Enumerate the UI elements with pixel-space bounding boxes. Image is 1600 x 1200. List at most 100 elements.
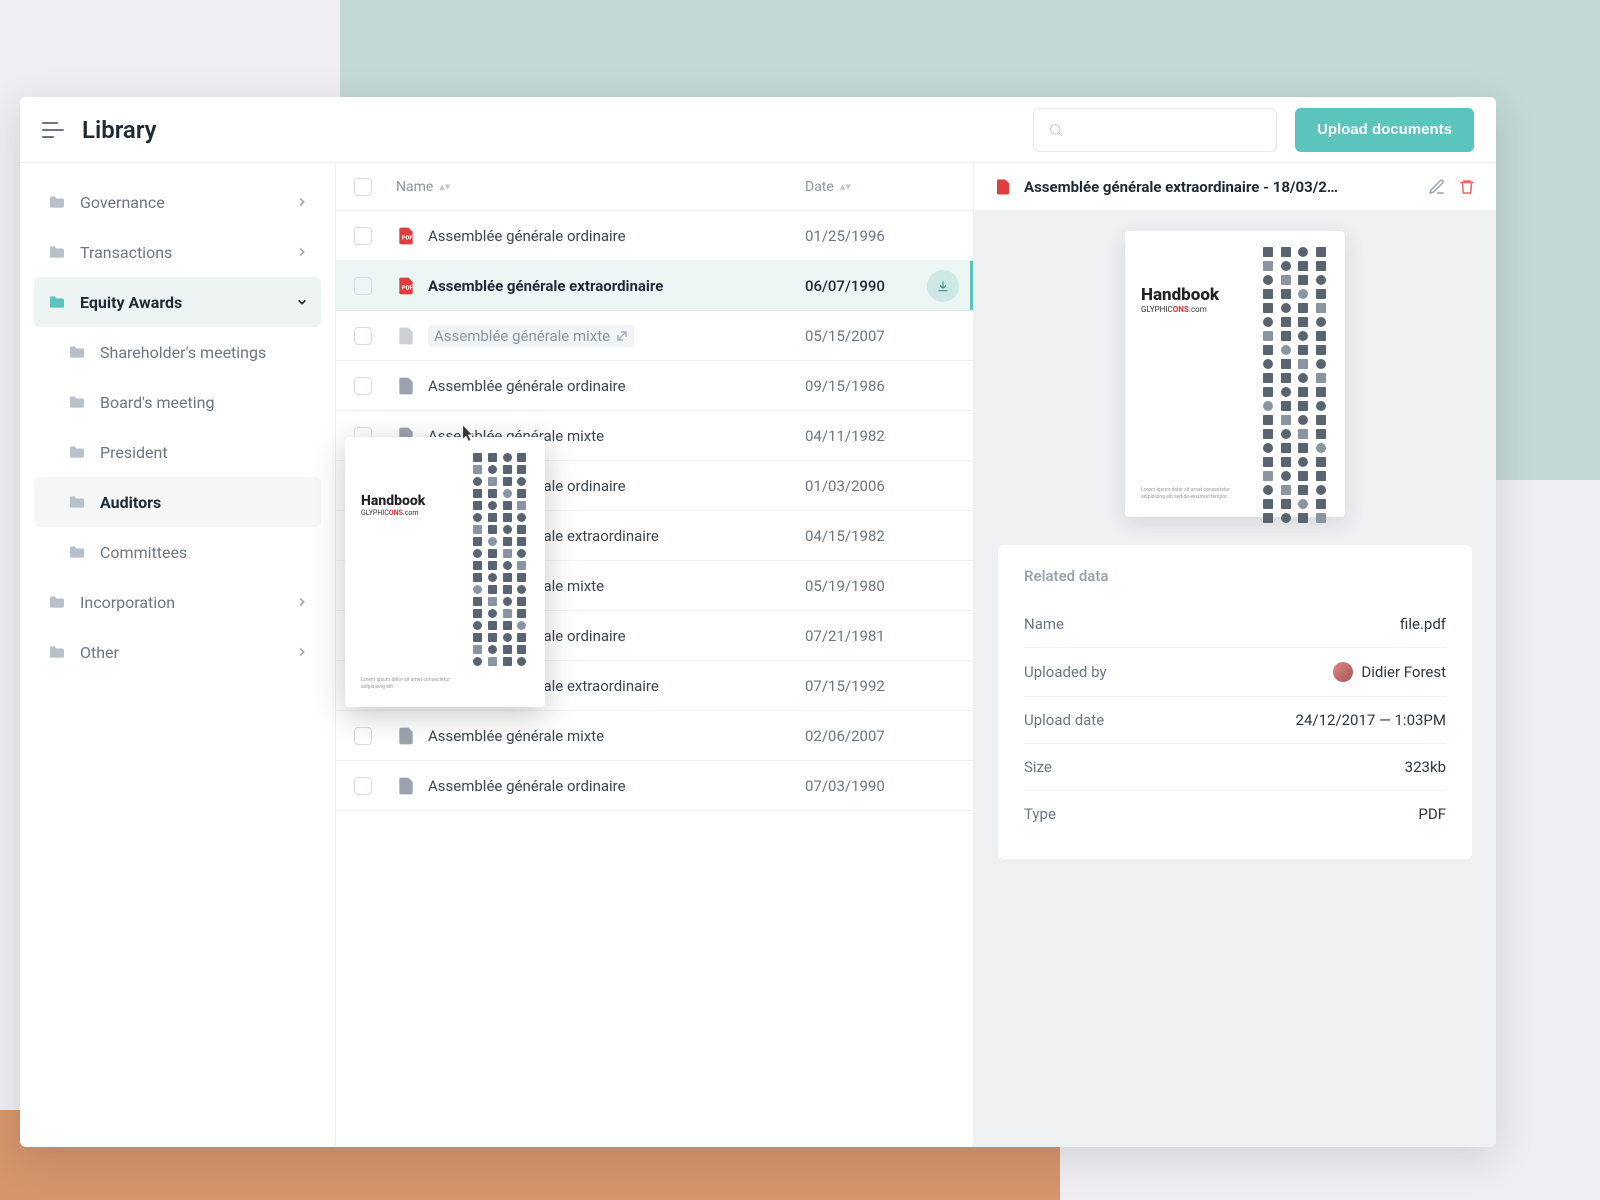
row-name: Assemblée générale mixte (396, 325, 791, 347)
chevron-right-icon (297, 247, 307, 257)
table-row[interactable]: Assemblée générale ordinaire 09/15/1986 (336, 361, 973, 411)
sidebar-item-label: Board's meeting (100, 393, 214, 412)
folder-icon (68, 545, 86, 559)
meta-value: 24/12/2017 — 1:03PM (1296, 711, 1446, 729)
folder-icon (68, 345, 86, 359)
row-date: 04/11/1982 (805, 427, 955, 445)
detail-title: Assemblée générale extraordinaire - 18/0… (1024, 178, 1416, 196)
pdf-icon (994, 177, 1012, 197)
row-checkbox[interactable] (354, 277, 372, 295)
meta-row-upload-date: Upload date 24/12/2017 — 1:03PM (1024, 697, 1446, 744)
table-row[interactable]: Assemblée générale mixte 02/06/2007 (336, 711, 973, 761)
sidebar-item-transactions[interactable]: Transactions (34, 227, 321, 277)
file-icon (396, 775, 416, 797)
sidebar-item-auditors[interactable]: Auditors (34, 477, 321, 527)
sidebar-item-governance[interactable]: Governance (34, 177, 321, 227)
meta-value: Didier Forest (1333, 662, 1446, 682)
meta-row-size: Size 323kb (1024, 744, 1446, 791)
row-name: Assemblée générale ordinaire (396, 375, 791, 397)
folder-icon (48, 595, 66, 609)
page-title: Library (82, 116, 157, 144)
row-name: Assemblée générale ordinaire (396, 775, 791, 797)
sidebar-item-label: President (100, 443, 168, 462)
pdf-icon: PDF (396, 225, 416, 247)
row-checkbox[interactable] (354, 377, 372, 395)
sidebar-item-equity-awards[interactable]: Equity Awards (34, 277, 321, 327)
table-row[interactable]: Assemblée générale ordinaire 07/03/1990 (336, 761, 973, 811)
row-date: 04/15/1982 (805, 527, 955, 545)
row-date: 01/25/1996 (805, 227, 955, 245)
file-icon (396, 725, 416, 747)
column-date[interactable]: Date ▴▾ (805, 179, 955, 195)
file-icon (396, 325, 416, 347)
row-date: 07/15/1992 (805, 677, 955, 695)
meta-row-type: Type PDF (1024, 791, 1446, 837)
row-checkbox[interactable] (354, 227, 372, 245)
row-date: 07/03/1990 (805, 777, 955, 795)
detail-panel: Assemblée générale extraordinaire - 18/0… (974, 163, 1496, 1147)
cursor-icon (456, 421, 476, 445)
meta-label: Type (1024, 805, 1056, 823)
row-date: 05/19/1980 (805, 577, 955, 595)
meta-label: Size (1024, 758, 1052, 776)
sidebar-item-label: Shareholder's meetings (100, 343, 266, 362)
select-all-checkbox[interactable] (354, 178, 372, 196)
download-button[interactable] (927, 270, 959, 302)
app-window: Library Upload documents Governance Tran… (20, 97, 1496, 1147)
folder-icon (68, 395, 86, 409)
related-data-card: Related data Name file.pdfUploaded by Di… (998, 545, 1472, 859)
meta-label: Uploaded by (1024, 663, 1107, 681)
chevron-right-icon (297, 297, 307, 307)
expand-icon (616, 330, 628, 342)
row-date: 09/15/1986 (805, 377, 955, 395)
detail-header: Assemblée générale extraordinaire - 18/0… (974, 163, 1496, 211)
preview-title: Handbook (1141, 285, 1253, 305)
sidebar-item-committees[interactable]: Committees (34, 527, 321, 577)
column-name[interactable]: Name ▴▾ (396, 179, 791, 195)
sidebar-item-board-s-meeting[interactable]: Board's meeting (34, 377, 321, 427)
preview-subtitle: GLYPHICONS.com (1141, 305, 1253, 314)
sidebar-item-label: Transactions (80, 243, 172, 262)
sidebar-item-incorporation[interactable]: Incorporation (34, 577, 321, 627)
row-date: 07/21/1981 (805, 627, 955, 645)
avatar (1333, 662, 1353, 682)
document-preview[interactable]: Handbook GLYPHICONS.com Lorem ipsum dolo… (1125, 231, 1345, 517)
row-checkbox[interactable] (354, 327, 372, 345)
row-date: 01/03/2006 (805, 477, 955, 495)
table-row[interactable]: PDF Assemblée générale ordinaire 01/25/1… (336, 211, 973, 261)
search-icon (1048, 122, 1064, 138)
sidebar-item-label: Governance (80, 193, 165, 212)
meta-label: Upload date (1024, 711, 1104, 729)
meta-value: PDF (1418, 805, 1446, 823)
meta-row-uploaded-by: Uploaded by Didier Forest (1024, 648, 1446, 697)
row-date: 05/15/2007 (805, 327, 955, 345)
sidebar-item-shareholder-s-meetings[interactable]: Shareholder's meetings (34, 327, 321, 377)
topbar: Library Upload documents (20, 97, 1496, 163)
sidebar-item-label: Committees (100, 543, 187, 562)
sidebar-item-president[interactable]: President (34, 427, 321, 477)
sidebar-item-other[interactable]: Other (34, 627, 321, 677)
sort-icon: ▴▾ (840, 180, 851, 193)
menu-icon[interactable] (42, 122, 64, 138)
search-input[interactable] (1033, 108, 1277, 152)
table-row[interactable]: Assemblée générale mixte 05/15/2007 (336, 311, 973, 361)
sidebar-item-label: Other (80, 643, 119, 662)
row-checkbox[interactable] (354, 777, 372, 795)
svg-text:PDF: PDF (402, 285, 414, 291)
folder-icon (68, 445, 86, 459)
chevron-right-icon (297, 197, 307, 207)
upload-documents-button[interactable]: Upload documents (1295, 108, 1474, 152)
list-header: Name ▴▾ Date ▴▾ (336, 163, 973, 211)
table-row[interactable]: PDF Assemblée générale extraordinaire 06… (336, 261, 973, 311)
trash-icon[interactable] (1458, 178, 1476, 196)
row-name: Assemblée générale mixte (396, 725, 791, 747)
folder-icon (48, 245, 66, 259)
folder-icon (48, 295, 66, 309)
row-date: 02/06/2007 (805, 727, 955, 745)
sidebar-item-label: Equity Awards (80, 293, 182, 312)
meta-label: Name (1024, 615, 1064, 633)
edit-icon[interactable] (1428, 178, 1446, 196)
svg-text:PDF: PDF (402, 235, 414, 241)
meta-value: 323kb (1405, 758, 1446, 776)
row-checkbox[interactable] (354, 727, 372, 745)
